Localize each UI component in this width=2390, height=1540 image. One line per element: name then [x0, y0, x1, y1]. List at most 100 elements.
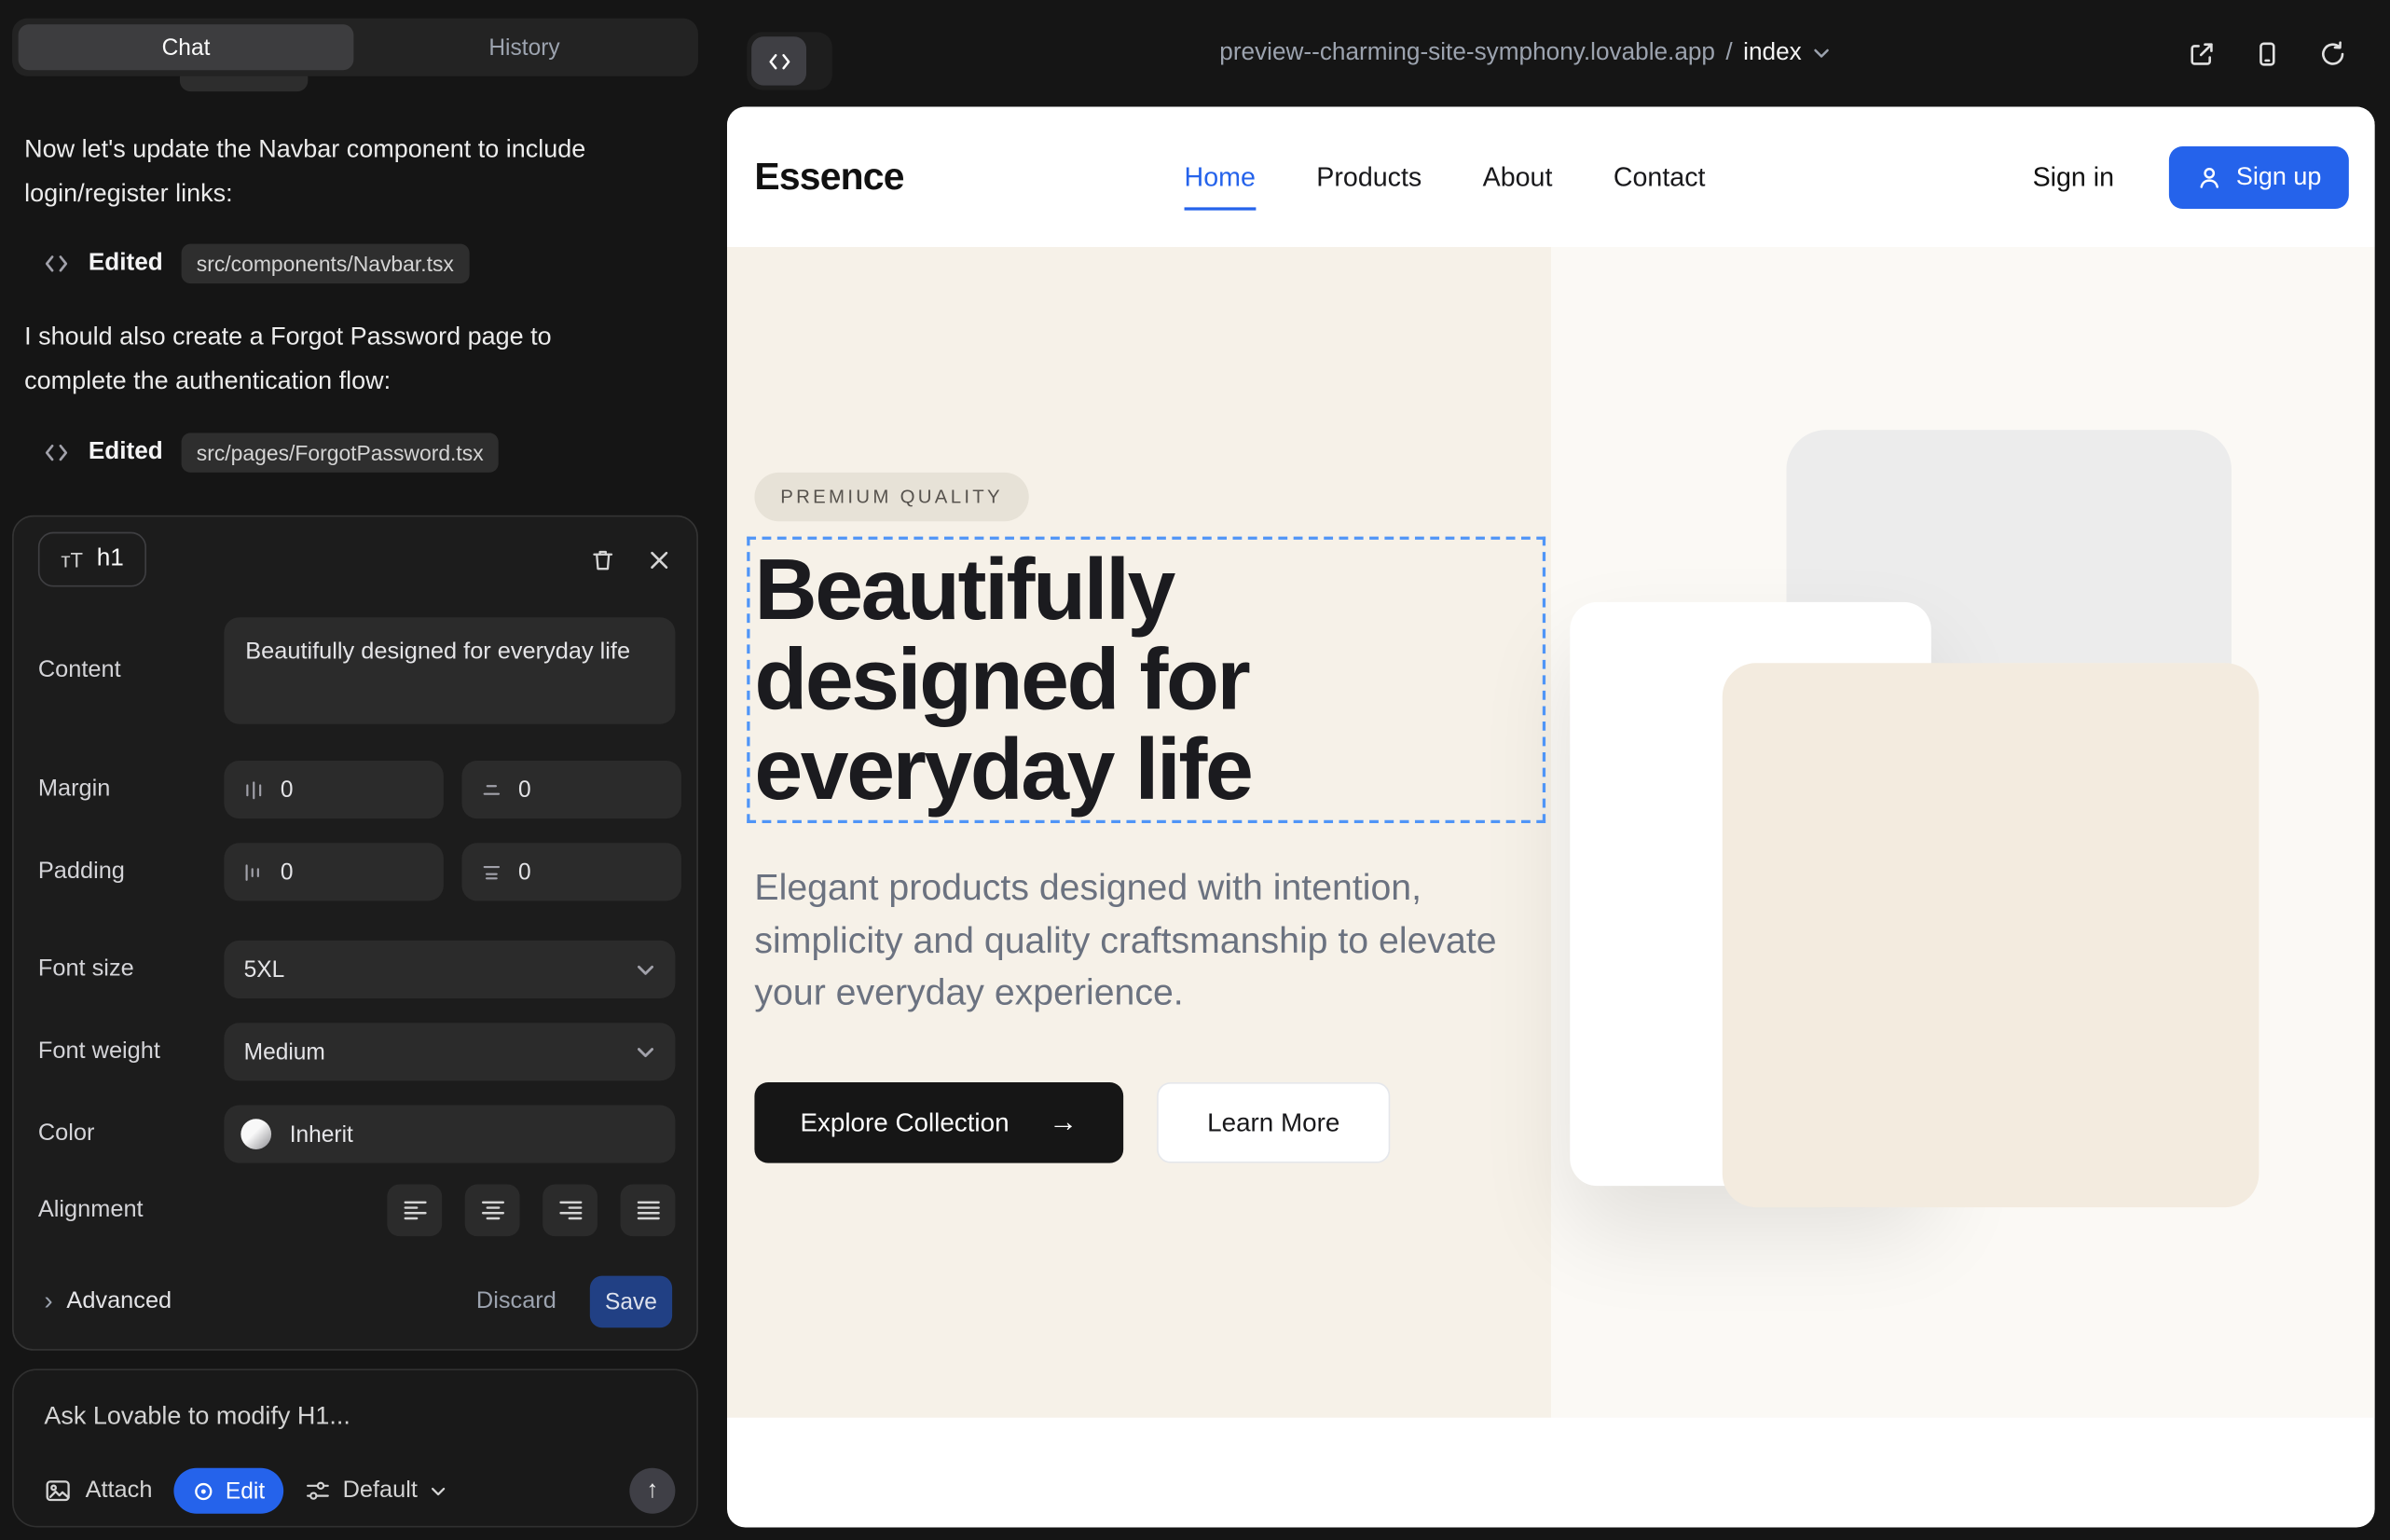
edited-label: Edited	[89, 439, 163, 466]
nav-link-contact[interactable]: Contact	[1614, 161, 1706, 193]
alignment-row: Alignment	[38, 1185, 676, 1237]
url-host: preview--charming-site-symphony.lovable.…	[1219, 40, 1715, 67]
align-center-button[interactable]	[465, 1185, 520, 1237]
model-default-button[interactable]: Default	[305, 1478, 446, 1505]
align-justify-button[interactable]	[621, 1185, 676, 1237]
content-row: Content Beautifully designed for everyda…	[38, 617, 676, 723]
chevron-down-icon	[636, 959, 655, 979]
font-size-select[interactable]: 5XL	[224, 941, 675, 998]
hero-description: Elegant products designed with intention…	[754, 863, 1524, 1021]
sign-in-link[interactable]: Sign in	[2033, 161, 2115, 193]
edit-label: Edit	[226, 1478, 265, 1504]
align-right-icon	[557, 1200, 584, 1221]
selected-element-tag[interactable]: тT h1	[38, 532, 146, 587]
element-editor-panel: тT h1 Content Beautifully designed for e…	[12, 516, 698, 1351]
tag-name: h1	[97, 545, 124, 572]
color-swatch-icon	[240, 1119, 271, 1149]
padding-horizontal-icon	[242, 860, 266, 884]
chevron-down-icon	[1812, 44, 1831, 62]
app: Chat History Now let's update the Navbar…	[0, 0, 2390, 1540]
site-nav-actions: Sign in Sign up	[2033, 106, 2349, 246]
font-weight-select[interactable]: Medium	[224, 1023, 675, 1080]
default-label: Default	[343, 1478, 418, 1505]
align-center-icon	[479, 1200, 505, 1221]
edit-mode-button[interactable]: Edit	[173, 1468, 283, 1514]
arrow-up-icon: ↑	[646, 1478, 658, 1505]
edited-label: Edited	[89, 250, 163, 277]
user-icon	[2196, 164, 2222, 190]
open-in-new-tab-button[interactable]	[2188, 39, 2217, 68]
attach-button[interactable]: Attach	[44, 1478, 152, 1505]
padding-vertical-input[interactable]: 0	[461, 843, 680, 901]
composer-toolbar: Attach Edit Default ↑	[44, 1464, 675, 1517]
chrome-actions	[2188, 0, 2348, 106]
color-value: Inherit	[290, 1121, 353, 1148]
margin-horizontal-icon	[242, 778, 266, 802]
edited-file-row: Edited src/components/Navbar.tsx	[43, 242, 469, 285]
file-pill[interactable]: src/pages/ForgotPassword.tsx	[181, 433, 499, 473]
browser-preview: preview--charming-site-symphony.lovable.…	[727, 0, 2390, 1540]
attach-label: Attach	[86, 1478, 153, 1505]
assistant-message: Now let's update the Navbar component to…	[24, 128, 634, 216]
align-left-button[interactable]	[387, 1185, 442, 1237]
hero-headline[interactable]: Beautifully designed for everyday life	[754, 545, 1532, 815]
decor-shape-cream	[1723, 663, 2260, 1207]
close-icon	[646, 546, 672, 572]
margin-label: Margin	[38, 776, 224, 803]
hero-cta-row: Explore Collection → Learn More	[754, 1082, 1390, 1163]
font-weight-label: Font weight	[38, 1038, 224, 1066]
site-logo[interactable]: Essence	[754, 106, 903, 246]
font-size-value: 5XL	[244, 956, 285, 983]
nav-link-about[interactable]: About	[1483, 161, 1553, 193]
align-right-button[interactable]	[543, 1185, 598, 1237]
site-navbar: Essence Home Products About Contact Sign…	[727, 106, 2375, 246]
align-left-icon	[402, 1200, 428, 1221]
close-editor-button[interactable]	[646, 546, 672, 572]
code-icon	[43, 250, 70, 277]
padding-vertical-value: 0	[518, 859, 531, 885]
hero-section: PREMIUM QUALITY Beautifully designed for…	[727, 247, 2375, 1418]
margin-horizontal-input[interactable]: 0	[224, 761, 443, 818]
nav-link-home[interactable]: Home	[1185, 161, 1256, 193]
font-size-label: Font size	[38, 956, 224, 983]
content-label: Content	[38, 657, 224, 684]
sign-up-button[interactable]: Sign up	[2169, 145, 2349, 208]
save-button[interactable]: Save	[590, 1276, 672, 1328]
chevron-down-icon	[636, 1042, 655, 1062]
editor-footer: › Advanced Discard Save	[38, 1276, 672, 1328]
padding-vertical-icon	[480, 860, 503, 884]
file-pill[interactable]: src/components/Navbar.tsx	[181, 244, 469, 284]
refresh-icon	[2318, 39, 2347, 68]
content-input[interactable]: Beautifully designed for everyday life	[224, 617, 675, 723]
chevron-right-icon: ›	[44, 1286, 52, 1317]
delete-element-button[interactable]	[590, 546, 616, 572]
padding-label: Padding	[38, 859, 224, 886]
alignment-label: Alignment	[38, 1197, 224, 1224]
tab-chat[interactable]: Chat	[19, 24, 354, 70]
advanced-toggle[interactable]: › Advanced	[44, 1286, 172, 1317]
tab-history[interactable]: History	[357, 24, 693, 70]
quality-badge: PREMIUM QUALITY	[754, 473, 1028, 521]
margin-vertical-input[interactable]: 0	[461, 761, 680, 818]
device-preview-button[interactable]	[2253, 39, 2282, 68]
font-weight-row: Font weight Medium	[38, 1023, 676, 1080]
color-select[interactable]: Inherit	[224, 1106, 675, 1163]
send-button[interactable]: ↑	[629, 1468, 675, 1514]
margin-row: Margin 0 0	[38, 761, 676, 818]
discard-button[interactable]: Discard	[476, 1288, 556, 1315]
learn-more-button[interactable]: Learn More	[1157, 1082, 1390, 1163]
chat-composer[interactable]: Ask Lovable to modify H1... Attach Edit …	[12, 1368, 698, 1527]
explore-collection-button[interactable]: Explore Collection →	[754, 1082, 1123, 1163]
composer-placeholder[interactable]: Ask Lovable to modify H1...	[44, 1402, 350, 1431]
padding-horizontal-value: 0	[281, 859, 294, 885]
color-row: Color Inherit	[38, 1106, 676, 1163]
chat-history-tabs: Chat History	[12, 19, 698, 76]
site-nav-links: Home Products About Contact	[1185, 106, 1706, 246]
url-bar[interactable]: preview--charming-site-symphony.lovable.…	[694, 0, 2356, 106]
padding-horizontal-input[interactable]: 0	[224, 843, 443, 901]
url-separator: /	[1725, 40, 1732, 67]
refresh-button[interactable]	[2318, 39, 2347, 68]
nav-link-products[interactable]: Products	[1316, 161, 1422, 193]
target-icon	[192, 1479, 215, 1503]
advanced-label: Advanced	[66, 1288, 172, 1315]
